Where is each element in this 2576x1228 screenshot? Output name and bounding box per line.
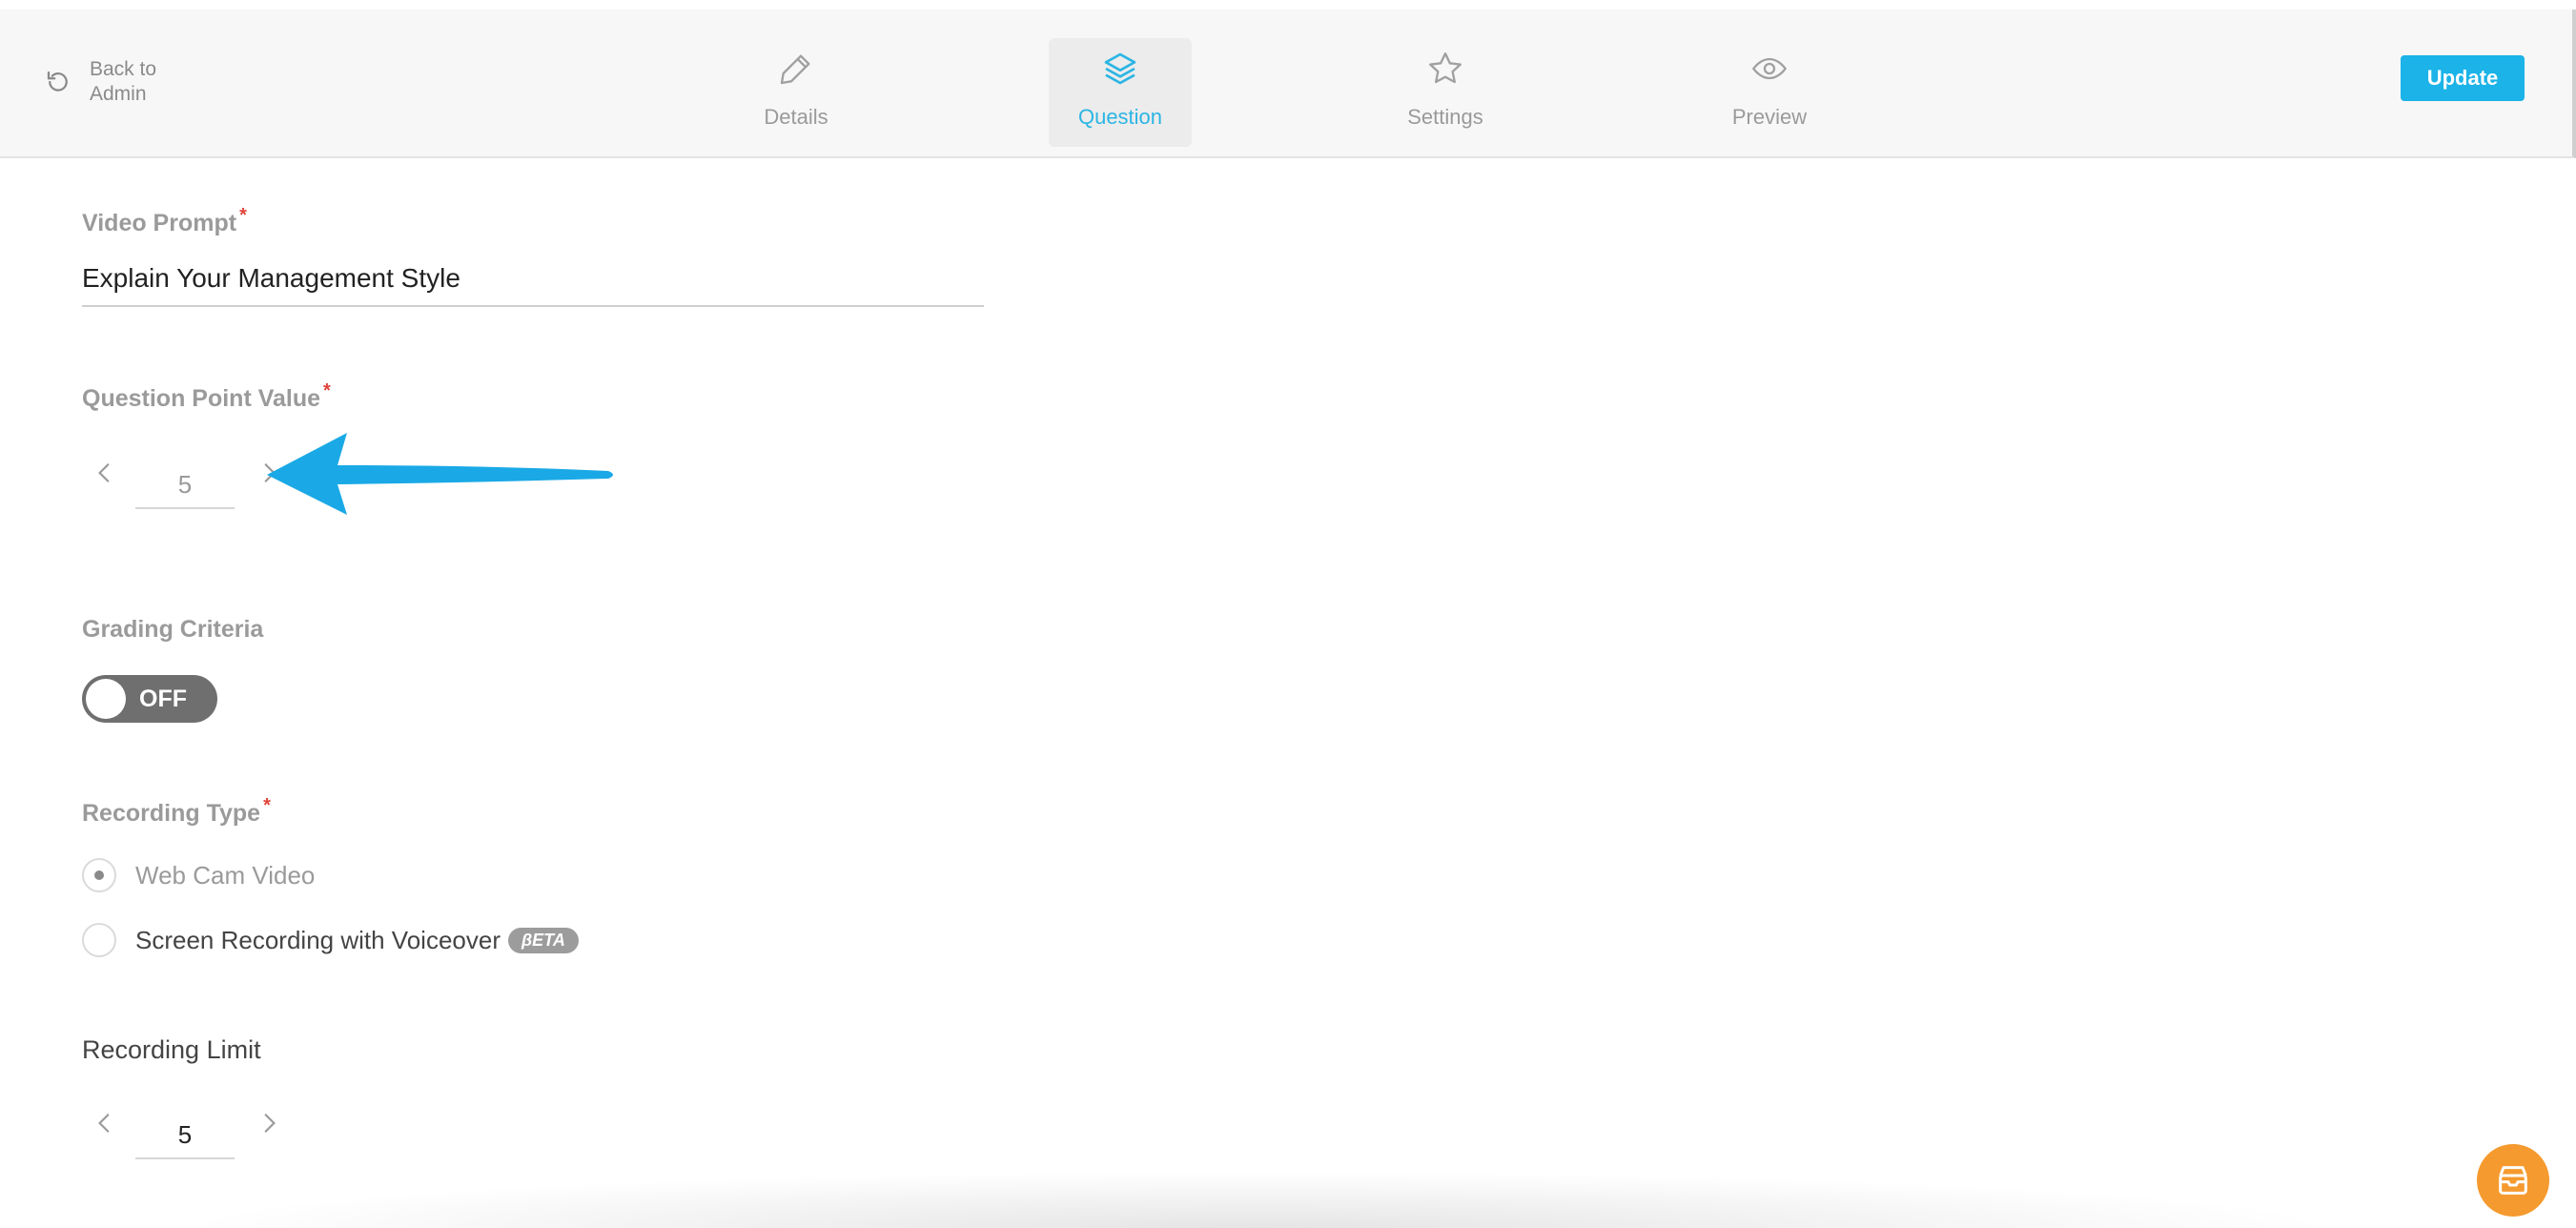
back-to-admin-link[interactable]: Back to Admin xyxy=(44,57,175,107)
tab-settings[interactable]: Settings xyxy=(1374,38,1517,147)
chevron-left-icon xyxy=(98,1114,110,1133)
required-mark: * xyxy=(263,795,271,816)
recording-limit-decrement-button[interactable] xyxy=(86,1104,124,1142)
radio-button[interactable] xyxy=(82,923,116,957)
grading-criteria-toggle[interactable]: OFF xyxy=(82,675,217,723)
recording-limit-label: Recording Limit xyxy=(82,1035,261,1064)
radio-web-cam-video[interactable]: Web Cam Video xyxy=(82,858,315,892)
radio-web-cam-video-label: Web Cam Video xyxy=(135,860,316,890)
layers-icon xyxy=(1104,52,1136,85)
tab-preview-label: Preview xyxy=(1731,105,1808,129)
top-toolbar: Back to Admin Details Question Settings … xyxy=(0,10,2576,158)
tab-details-label: Details xyxy=(764,105,828,129)
top-band xyxy=(0,0,2576,10)
chevron-left-icon xyxy=(98,463,110,482)
toggle-state-label: OFF xyxy=(139,686,187,712)
eye-icon xyxy=(1751,57,1788,80)
tab-question[interactable]: Question xyxy=(1049,38,1192,147)
annotation-arrow-icon xyxy=(267,433,613,515)
back-to-admin-label: Back to Admin xyxy=(90,58,157,105)
recording-limit-display[interactable]: 5 xyxy=(135,1112,235,1159)
radio-screen-recording-label: Screen Recording with Voiceover xyxy=(135,925,501,954)
toggle-knob xyxy=(86,679,126,719)
required-mark: * xyxy=(323,380,331,401)
point-value-display[interactable]: 5 xyxy=(135,461,235,509)
chat-button[interactable] xyxy=(2477,1144,2549,1217)
recording-limit-stepper: 5 xyxy=(82,1104,292,1171)
tab-details[interactable]: Details xyxy=(725,38,868,147)
radio-screen-recording[interactable]: Screen Recording with Voiceover βETA xyxy=(82,923,579,957)
pencil-icon xyxy=(780,54,810,85)
video-prompt-label: Video Prompt * xyxy=(82,205,247,236)
point-value-label: Question Point Value * xyxy=(82,380,331,412)
grading-criteria-label: Grading Criteria xyxy=(82,616,264,643)
star-icon xyxy=(1429,52,1462,84)
point-value-decrement-button[interactable] xyxy=(86,454,124,492)
chevron-right-icon xyxy=(264,1114,276,1133)
chat-icon xyxy=(2499,1166,2527,1195)
beta-badge: βETA xyxy=(507,927,579,953)
tab-settings-label: Settings xyxy=(1407,105,1483,129)
video-prompt-input[interactable] xyxy=(82,252,984,307)
recording-limit-increment-button[interactable] xyxy=(250,1104,288,1142)
refresh-icon xyxy=(47,71,68,92)
tab-preview[interactable]: Preview xyxy=(1698,38,1841,147)
radio-button[interactable] xyxy=(82,858,116,892)
bottom-shadow xyxy=(172,1171,2345,1228)
required-mark: * xyxy=(239,205,247,226)
update-button[interactable]: Update xyxy=(2401,55,2525,101)
recording-type-label: Recording Type * xyxy=(82,795,271,827)
tab-question-label: Question xyxy=(1077,105,1163,129)
